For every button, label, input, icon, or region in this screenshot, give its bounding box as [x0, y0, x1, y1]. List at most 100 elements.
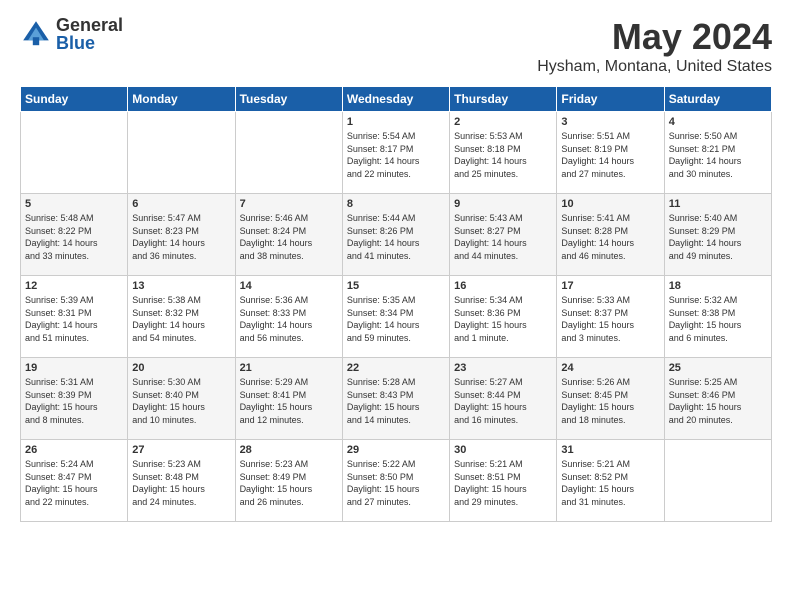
day-number: 30 — [454, 444, 552, 456]
month-title: May 2024 — [537, 16, 772, 58]
calendar-cell: 1 Sunrise: 5:54 AM Sunset: 8:17 PM Daylig… — [342, 112, 449, 194]
logo-text: General Blue — [56, 16, 123, 52]
day-info: Sunrise: 5:26 AM Sunset: 8:45 PM Dayligh… — [561, 376, 659, 426]
day-info: Sunrise: 5:29 AM Sunset: 8:41 PM Dayligh… — [240, 376, 338, 426]
calendar-cell: 24 Sunrise: 5:26 AM Sunset: 8:45 PM Dayli… — [557, 358, 664, 440]
calendar-cell — [235, 112, 342, 194]
calendar-cell: 26 Sunrise: 5:24 AM Sunset: 8:47 PM Dayli… — [21, 440, 128, 522]
location-title: Hysham, Montana, United States — [537, 58, 772, 76]
day-info: Sunrise: 5:32 AM Sunset: 8:38 PM Dayligh… — [669, 294, 767, 344]
calendar-cell: 16Sunrise: 5:34 AM Sunset: 8:36 PM Dayli… — [450, 276, 557, 358]
day-number: 1 — [347, 116, 445, 128]
calendar-cell: 17Sunrise: 5:33 AM Sunset: 8:37 PM Dayli… — [557, 276, 664, 358]
header-cell-tuesday: Tuesday — [235, 87, 342, 112]
day-number: 18 — [669, 280, 767, 292]
header-cell-wednesday: Wednesday — [342, 87, 449, 112]
day-number: 15 — [347, 280, 445, 292]
day-info: Sunrise: 5:21 AM Sunset: 8:52 PM Dayligh… — [561, 458, 659, 508]
day-info: Sunrise: 5:50 AM Sunset: 8:21 PM Dayligh… — [669, 130, 767, 180]
week-row-1: 5 Sunrise: 5:48 AM Sunset: 8:22 PM Daylig… — [21, 194, 772, 276]
day-number: 20 — [132, 362, 230, 374]
logo: General Blue — [20, 16, 123, 52]
day-number: 9 — [454, 198, 552, 210]
day-number: 17 — [561, 280, 659, 292]
calendar-table: SundayMondayTuesdayWednesdayThursdayFrid… — [20, 86, 772, 522]
day-number: 24 — [561, 362, 659, 374]
day-number: 4 — [669, 116, 767, 128]
calendar-cell: 3 Sunrise: 5:51 AM Sunset: 8:19 PM Daylig… — [557, 112, 664, 194]
day-number: 5 — [25, 198, 123, 210]
day-info: Sunrise: 5:23 AM Sunset: 8:48 PM Dayligh… — [132, 458, 230, 508]
title-block: May 2024 Hysham, Montana, United States — [537, 16, 772, 76]
day-info: Sunrise: 5:24 AM Sunset: 8:47 PM Dayligh… — [25, 458, 123, 508]
calendar-cell: 11 Sunrise: 5:40 AM Sunset: 8:29 PM Dayli… — [664, 194, 771, 276]
day-info: Sunrise: 5:30 AM Sunset: 8:40 PM Dayligh… — [132, 376, 230, 426]
logo-general-text: General — [56, 16, 123, 34]
day-info: Sunrise: 5:31 AM Sunset: 8:39 PM Dayligh… — [25, 376, 123, 426]
calendar-cell: 4 Sunrise: 5:50 AM Sunset: 8:21 PM Daylig… — [664, 112, 771, 194]
calendar-cell — [128, 112, 235, 194]
day-number: 14 — [240, 280, 338, 292]
week-row-2: 12Sunrise: 5:39 AM Sunset: 8:31 PM Dayli… — [21, 276, 772, 358]
page: General Blue May 2024 Hysham, Montana, U… — [0, 0, 792, 612]
day-info: Sunrise: 5:36 AM Sunset: 8:33 PM Dayligh… — [240, 294, 338, 344]
calendar-cell: 25Sunrise: 5:25 AM Sunset: 8:46 PM Dayli… — [664, 358, 771, 440]
calendar-cell: 10 Sunrise: 5:41 AM Sunset: 8:28 PM Dayli… — [557, 194, 664, 276]
day-info: Sunrise: 5:46 AM Sunset: 8:24 PM Dayligh… — [240, 212, 338, 262]
week-row-4: 26 Sunrise: 5:24 AM Sunset: 8:47 PM Dayli… — [21, 440, 772, 522]
day-number: 10 — [561, 198, 659, 210]
day-number: 22 — [347, 362, 445, 374]
calendar-cell: 7 Sunrise: 5:46 AM Sunset: 8:24 PM Daylig… — [235, 194, 342, 276]
day-number: 28 — [240, 444, 338, 456]
calendar-cell: 22Sunrise: 5:28 AM Sunset: 8:43 PM Dayli… — [342, 358, 449, 440]
week-row-0: 1 Sunrise: 5:54 AM Sunset: 8:17 PM Daylig… — [21, 112, 772, 194]
calendar-cell: 14 Sunrise: 5:36 AM Sunset: 8:33 PM Dayli… — [235, 276, 342, 358]
day-info: Sunrise: 5:48 AM Sunset: 8:22 PM Dayligh… — [25, 212, 123, 262]
calendar-cell: 15 Sunrise: 5:35 AM Sunset: 8:34 PM Dayli… — [342, 276, 449, 358]
header-cell-friday: Friday — [557, 87, 664, 112]
calendar-cell: 29 Sunrise: 5:22 AM Sunset: 8:50 PM Dayli… — [342, 440, 449, 522]
day-info: Sunrise: 5:53 AM Sunset: 8:18 PM Dayligh… — [454, 130, 552, 180]
day-info: Sunrise: 5:51 AM Sunset: 8:19 PM Dayligh… — [561, 130, 659, 180]
day-number: 3 — [561, 116, 659, 128]
day-number: 29 — [347, 444, 445, 456]
calendar-header: SundayMondayTuesdayWednesdayThursdayFrid… — [21, 87, 772, 112]
header-row: SundayMondayTuesdayWednesdayThursdayFrid… — [21, 87, 772, 112]
day-info: Sunrise: 5:41 AM Sunset: 8:28 PM Dayligh… — [561, 212, 659, 262]
calendar-cell: 13 Sunrise: 5:38 AM Sunset: 8:32 PM Dayli… — [128, 276, 235, 358]
calendar-cell: 6Sunrise: 5:47 AM Sunset: 8:23 PM Daylig… — [128, 194, 235, 276]
day-number: 25 — [669, 362, 767, 374]
calendar-cell: 9 Sunrise: 5:43 AM Sunset: 8:27 PM Daylig… — [450, 194, 557, 276]
calendar-cell: 20 Sunrise: 5:30 AM Sunset: 8:40 PM Dayli… — [128, 358, 235, 440]
calendar-cell — [664, 440, 771, 522]
day-number: 31 — [561, 444, 659, 456]
day-info: Sunrise: 5:43 AM Sunset: 8:27 PM Dayligh… — [454, 212, 552, 262]
day-number: 19 — [25, 362, 123, 374]
day-info: Sunrise: 5:44 AM Sunset: 8:26 PM Dayligh… — [347, 212, 445, 262]
day-info: Sunrise: 5:54 AM Sunset: 8:17 PM Dayligh… — [347, 130, 445, 180]
day-info: Sunrise: 5:40 AM Sunset: 8:29 PM Dayligh… — [669, 212, 767, 262]
calendar-cell: 19 Sunrise: 5:31 AM Sunset: 8:39 PM Dayli… — [21, 358, 128, 440]
calendar-cell — [21, 112, 128, 194]
calendar-body: 1 Sunrise: 5:54 AM Sunset: 8:17 PM Daylig… — [21, 112, 772, 522]
day-info: Sunrise: 5:35 AM Sunset: 8:34 PM Dayligh… — [347, 294, 445, 344]
calendar-cell: 18 Sunrise: 5:32 AM Sunset: 8:38 PM Dayli… — [664, 276, 771, 358]
day-number: 23 — [454, 362, 552, 374]
day-number: 8 — [347, 198, 445, 210]
day-number: 13 — [132, 280, 230, 292]
calendar-cell: 30Sunrise: 5:21 AM Sunset: 8:51 PM Dayli… — [450, 440, 557, 522]
day-number: 26 — [25, 444, 123, 456]
header-cell-monday: Monday — [128, 87, 235, 112]
calendar-cell: 31 Sunrise: 5:21 AM Sunset: 8:52 PM Dayli… — [557, 440, 664, 522]
header: General Blue May 2024 Hysham, Montana, U… — [20, 16, 772, 76]
day-info: Sunrise: 5:38 AM Sunset: 8:32 PM Dayligh… — [132, 294, 230, 344]
day-info: Sunrise: 5:47 AM Sunset: 8:23 PM Dayligh… — [132, 212, 230, 262]
day-number: 7 — [240, 198, 338, 210]
calendar-cell: 27Sunrise: 5:23 AM Sunset: 8:48 PM Dayli… — [128, 440, 235, 522]
day-number: 21 — [240, 362, 338, 374]
header-cell-thursday: Thursday — [450, 87, 557, 112]
calendar-cell: 5 Sunrise: 5:48 AM Sunset: 8:22 PM Daylig… — [21, 194, 128, 276]
day-number: 16 — [454, 280, 552, 292]
day-info: Sunrise: 5:22 AM Sunset: 8:50 PM Dayligh… — [347, 458, 445, 508]
day-number: 11 — [669, 198, 767, 210]
